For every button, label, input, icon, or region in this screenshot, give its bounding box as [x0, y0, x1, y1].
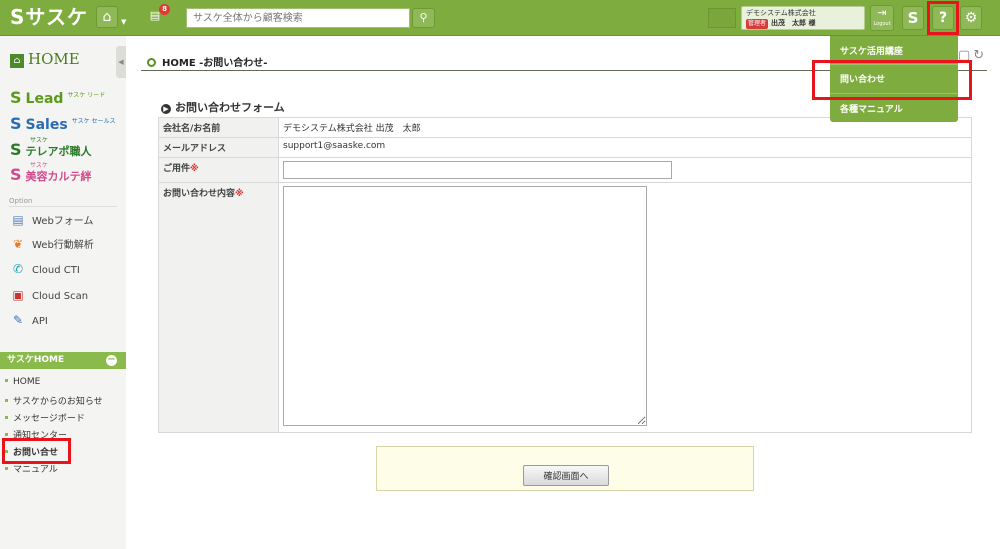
- email-value: support1@saaske.com: [278, 137, 972, 158]
- chevron-down-icon[interactable]: ▼: [121, 18, 126, 26]
- home-button[interactable]: ⌂: [96, 6, 118, 28]
- subject-input[interactable]: [283, 161, 672, 179]
- top-bar: Sサスケ SAASKE ⌂ ▼ ▤ 8 ⚲ デモシステム株式会社 管理者出茂 太…: [0, 0, 1000, 42]
- divider: [830, 64, 958, 65]
- search-button[interactable]: ⚲: [412, 8, 435, 28]
- divider: [830, 93, 958, 94]
- product-karte[interactable]: S サスケ 美容カルテ絆: [10, 163, 92, 185]
- form-icon: ▤: [12, 213, 24, 227]
- settings-button[interactable]: ⚙: [960, 6, 982, 30]
- home-icon: ⌂: [102, 9, 112, 25]
- logout-icon: ⇥: [877, 6, 887, 19]
- confirm-panel: 確認画面へ: [376, 446, 754, 491]
- collapse-icon[interactable]: −: [106, 355, 117, 366]
- menu-item-contact[interactable]: 問い合わせ: [840, 72, 885, 85]
- arrow-right-icon: ▶: [161, 104, 171, 114]
- page-title: HOME -お問い合わせ-: [147, 54, 267, 69]
- sidebar-link-contact[interactable]: お問い合せ: [5, 445, 58, 458]
- search-icon: ⚲: [419, 11, 428, 24]
- option-label: Option: [9, 197, 33, 205]
- saaske-logo[interactable]: Sサスケ SAASKE: [10, 6, 88, 42]
- customer-search-input[interactable]: [186, 8, 410, 28]
- role-badge: 管理者: [746, 19, 769, 29]
- user-info: デモシステム株式会社 管理者 出茂 太郎 様: [741, 6, 865, 30]
- body-label: お問い合わせ内容※: [158, 182, 279, 433]
- home-icon: ⌂: [10, 54, 24, 68]
- contact-form: 会社名/お名前 デモシステム株式会社 出茂 太郎 メールアドレス support…: [158, 117, 972, 433]
- product-sales[interactable]: S Sales サスケ セールス: [10, 114, 116, 133]
- saaske-home-section[interactable]: サスケHOME −: [0, 352, 126, 369]
- scan-icon: ▣: [12, 288, 24, 302]
- phone-icon: ✆: [12, 262, 24, 276]
- option-cloud-scan[interactable]: ▣ Cloud Scan: [10, 288, 88, 302]
- sidebar-link-news[interactable]: サスケからのお知らせ: [5, 394, 103, 407]
- plug-icon: ✎: [12, 313, 24, 327]
- sidebar-link-notification-center[interactable]: 通知センター: [5, 428, 67, 441]
- sidebar-link-message-board[interactable]: メッセージボード: [5, 411, 85, 424]
- table-row: メールアドレス support1@saaske.com: [158, 137, 972, 158]
- message-count-badge: 8: [159, 4, 170, 15]
- copy-icon[interactable]: ▢: [958, 48, 973, 63]
- option-webform[interactable]: ▤ Webフォーム: [10, 212, 93, 227]
- blank-tile: [708, 8, 736, 28]
- option-cloud-cti[interactable]: ✆ Cloud CTI: [10, 262, 80, 276]
- sidebar-home[interactable]: ⌂ HOME: [10, 50, 80, 68]
- divider: [9, 206, 117, 207]
- product-lead[interactable]: S Lead サスケ リード: [10, 88, 105, 107]
- sidebar-link-manual[interactable]: マニュアル: [5, 462, 58, 475]
- company-label: 会社名/お名前: [158, 117, 279, 138]
- user-company: デモシステム株式会社: [746, 9, 816, 17]
- user-name: 出茂 太郎 様: [771, 19, 816, 27]
- logout-button[interactable]: ⇥ Logout: [870, 5, 894, 31]
- confirm-button[interactable]: 確認画面へ: [523, 465, 609, 486]
- table-row: ご用件※: [158, 157, 972, 183]
- table-row: お問い合わせ内容※: [158, 182, 972, 433]
- page-tools: ▢↻: [958, 48, 987, 63]
- sidebar-link-home[interactable]: HOME: [5, 377, 40, 387]
- menu-item-seminar[interactable]: サスケ活用講座: [840, 44, 903, 57]
- subject-label: ご用件※: [158, 157, 279, 183]
- refresh-icon[interactable]: ↻: [973, 48, 987, 63]
- form-heading: ▶ お問い合わせフォーム: [161, 99, 285, 115]
- email-label: メールアドレス: [158, 137, 279, 158]
- question-icon: ?: [938, 10, 948, 26]
- saaske-s-button[interactable]: S: [902, 6, 924, 30]
- menu-item-manuals[interactable]: 各種マニュアル: [840, 102, 903, 115]
- gear-icon: ⚙: [964, 10, 978, 26]
- help-dropdown-menu: サスケ活用講座 問い合わせ 各種マニュアル: [830, 36, 958, 122]
- inquiry-body-textarea[interactable]: [283, 186, 647, 426]
- footprint-icon: ❦: [12, 237, 24, 251]
- help-button[interactable]: ?: [932, 6, 954, 30]
- option-web-analysis[interactable]: ❦ Web行動解析: [10, 236, 94, 251]
- option-api[interactable]: ✎ API: [10, 313, 48, 327]
- circle-icon: [147, 58, 156, 67]
- product-teleapo[interactable]: S サスケ テレアポ職人: [10, 138, 92, 160]
- sidebar-collapse-toggle[interactable]: ◀: [116, 46, 126, 78]
